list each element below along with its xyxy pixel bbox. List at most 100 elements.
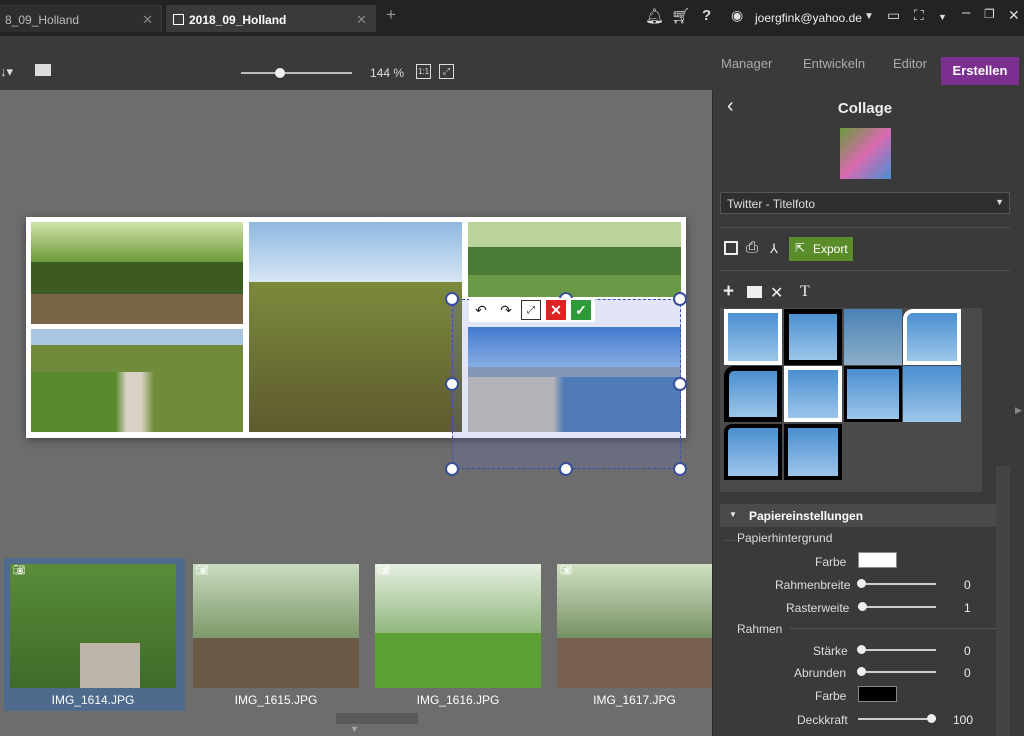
- frame-color-label: Farbe: [815, 689, 847, 703]
- selection-frame[interactable]: [445, 292, 687, 476]
- minimize-icon[interactable]: –: [962, 4, 970, 21]
- frame-style[interactable]: [844, 309, 902, 365]
- add-folder-icon[interactable]: [747, 286, 762, 298]
- print-icon[interactable]: ⎙: [746, 239, 758, 256]
- film-thumb-1615[interactable]: 📷︎: [193, 564, 359, 688]
- round-label: Abrunden: [794, 666, 847, 680]
- panel-title: Collage: [837, 100, 893, 117]
- camera-icon: 📷︎: [13, 565, 26, 576]
- restore-icon[interactable]: ❐: [984, 7, 995, 21]
- module-create[interactable]: Erstellen: [941, 57, 1019, 85]
- collage-photo-field-path[interactable]: [31, 329, 243, 432]
- share-icon[interactable]: ⅄: [770, 241, 778, 257]
- cancel-icon[interactable]: ✕: [546, 300, 566, 320]
- caret-down-icon: ▼: [729, 510, 737, 519]
- grid-width-value: 1: [964, 601, 971, 615]
- resize-handle[interactable]: [445, 377, 459, 391]
- chevron-down-icon[interactable]: ▼: [864, 11, 874, 22]
- panel-scrollbar[interactable]: [996, 466, 1010, 736]
- divider: [720, 227, 1010, 228]
- resize-handle[interactable]: [445, 462, 459, 476]
- fullscreen-icon[interactable]: ⛶: [914, 7, 924, 24]
- round-slider[interactable]: [858, 671, 936, 673]
- frame-style[interactable]: [844, 366, 902, 422]
- add-icon[interactable]: +: [723, 281, 734, 303]
- add-folder-icon[interactable]: [35, 64, 51, 76]
- zoom-slider-knob[interactable]: [275, 68, 285, 78]
- resize-handle[interactable]: [559, 462, 573, 476]
- collage-photo-houses[interactable]: [468, 222, 681, 297]
- new-tab-icon[interactable]: +: [386, 5, 396, 25]
- collage-preview: [840, 128, 891, 179]
- zoom-level: 144 %: [370, 66, 405, 80]
- opacity-value: 100: [953, 713, 974, 727]
- opacity-slider[interactable]: [858, 718, 936, 720]
- help-icon[interactable]: ?: [702, 7, 711, 24]
- frame-style[interactable]: [903, 309, 961, 365]
- fit-icon[interactable]: ⤢: [439, 64, 454, 79]
- account-email[interactable]: joergfink@yahoo.de: [755, 11, 862, 25]
- slider-knob[interactable]: [857, 579, 866, 588]
- rotate-left-icon[interactable]: ↶: [471, 300, 491, 320]
- module-editor[interactable]: Editor: [893, 56, 927, 71]
- export-button[interactable]: ⇱ Export: [789, 237, 853, 261]
- resize-handle[interactable]: [673, 377, 687, 391]
- frame-style[interactable]: [724, 309, 782, 365]
- collage-photo-forest-path[interactable]: [31, 222, 243, 324]
- frame-width-value: 0: [964, 578, 971, 592]
- zoom-slider[interactable]: [241, 72, 352, 74]
- panel-expand-arrow-icon[interactable]: ▶: [1015, 405, 1022, 416]
- close-icon[interactable]: ✕: [356, 12, 367, 28]
- text-icon[interactable]: T: [800, 283, 810, 301]
- slider-knob[interactable]: [857, 667, 866, 676]
- grid-width-slider[interactable]: [858, 606, 936, 608]
- strength-value: 0: [964, 644, 971, 658]
- rotate-right-icon[interactable]: ↷: [496, 300, 516, 320]
- frame-color-swatch[interactable]: [858, 686, 897, 702]
- film-thumb-1617[interactable]: 📷︎: [557, 564, 712, 688]
- close-icon[interactable]: ✕: [142, 12, 153, 28]
- frame-width-slider[interactable]: [858, 583, 936, 585]
- bell-icon[interactable]: 🔔︎: [645, 7, 664, 25]
- paper-color-swatch[interactable]: [858, 552, 897, 568]
- film-thumb-1614[interactable]: 📷︎: [10, 564, 176, 688]
- tab-8-09-holland[interactable]: 8_09_Holland ✕: [0, 5, 162, 32]
- save-icon[interactable]: [724, 241, 738, 255]
- frame-style[interactable]: [784, 366, 842, 422]
- resize-handle[interactable]: [673, 462, 687, 476]
- resize-handle[interactable]: [673, 292, 687, 306]
- confirm-icon[interactable]: ✓: [571, 300, 591, 320]
- chevron-down-icon[interactable]: ▼: [938, 12, 947, 22]
- frame-style[interactable]: [724, 366, 782, 422]
- module-manager[interactable]: Manager: [721, 56, 772, 71]
- frame-section-label: Rahmen: [737, 622, 783, 636]
- frame-style[interactable]: [784, 424, 842, 480]
- actual-size-icon[interactable]: 1:1: [416, 64, 431, 79]
- window-close-icon[interactable]: ✕: [1008, 7, 1020, 24]
- module-develop[interactable]: Entwickeln: [803, 56, 865, 71]
- frame-style[interactable]: [724, 424, 782, 480]
- preset-value: Twitter - Titelfoto: [727, 197, 816, 211]
- slider-knob[interactable]: [857, 645, 866, 654]
- paper-background-label: Papierhintergrund: [737, 531, 833, 545]
- slider-knob[interactable]: [927, 714, 936, 723]
- strength-slider[interactable]: [858, 649, 936, 651]
- frame-style[interactable]: [903, 366, 961, 422]
- film-thumb-1616[interactable]: 📷︎: [375, 564, 541, 688]
- preset-select[interactable]: Twitter - Titelfoto ▼: [720, 192, 1010, 214]
- film-label: IMG_1614.JPG: [51, 693, 135, 707]
- collapse-arrow-icon[interactable]: ▼: [350, 724, 359, 734]
- resize-handle[interactable]: [445, 292, 459, 306]
- cart-icon[interactable]: 🛒︎: [671, 7, 690, 25]
- fit-photo-icon[interactable]: ⤢: [521, 300, 541, 320]
- remove-icon[interactable]: ✕: [770, 283, 783, 303]
- sort-icon[interactable]: ↓▾: [0, 64, 13, 80]
- frame-style[interactable]: [784, 309, 842, 365]
- monitor-icon[interactable]: ▭: [887, 7, 900, 24]
- film-label: IMG_1617.JPG: [593, 693, 676, 707]
- collage-photo-heath[interactable]: [249, 222, 462, 432]
- tab-2018-09-holland[interactable]: 2018_09_Holland ✕: [166, 5, 376, 32]
- slider-knob[interactable]: [858, 602, 867, 611]
- filmstrip-resize-handle[interactable]: [336, 713, 418, 724]
- user-icon[interactable]: ◉: [731, 7, 743, 24]
